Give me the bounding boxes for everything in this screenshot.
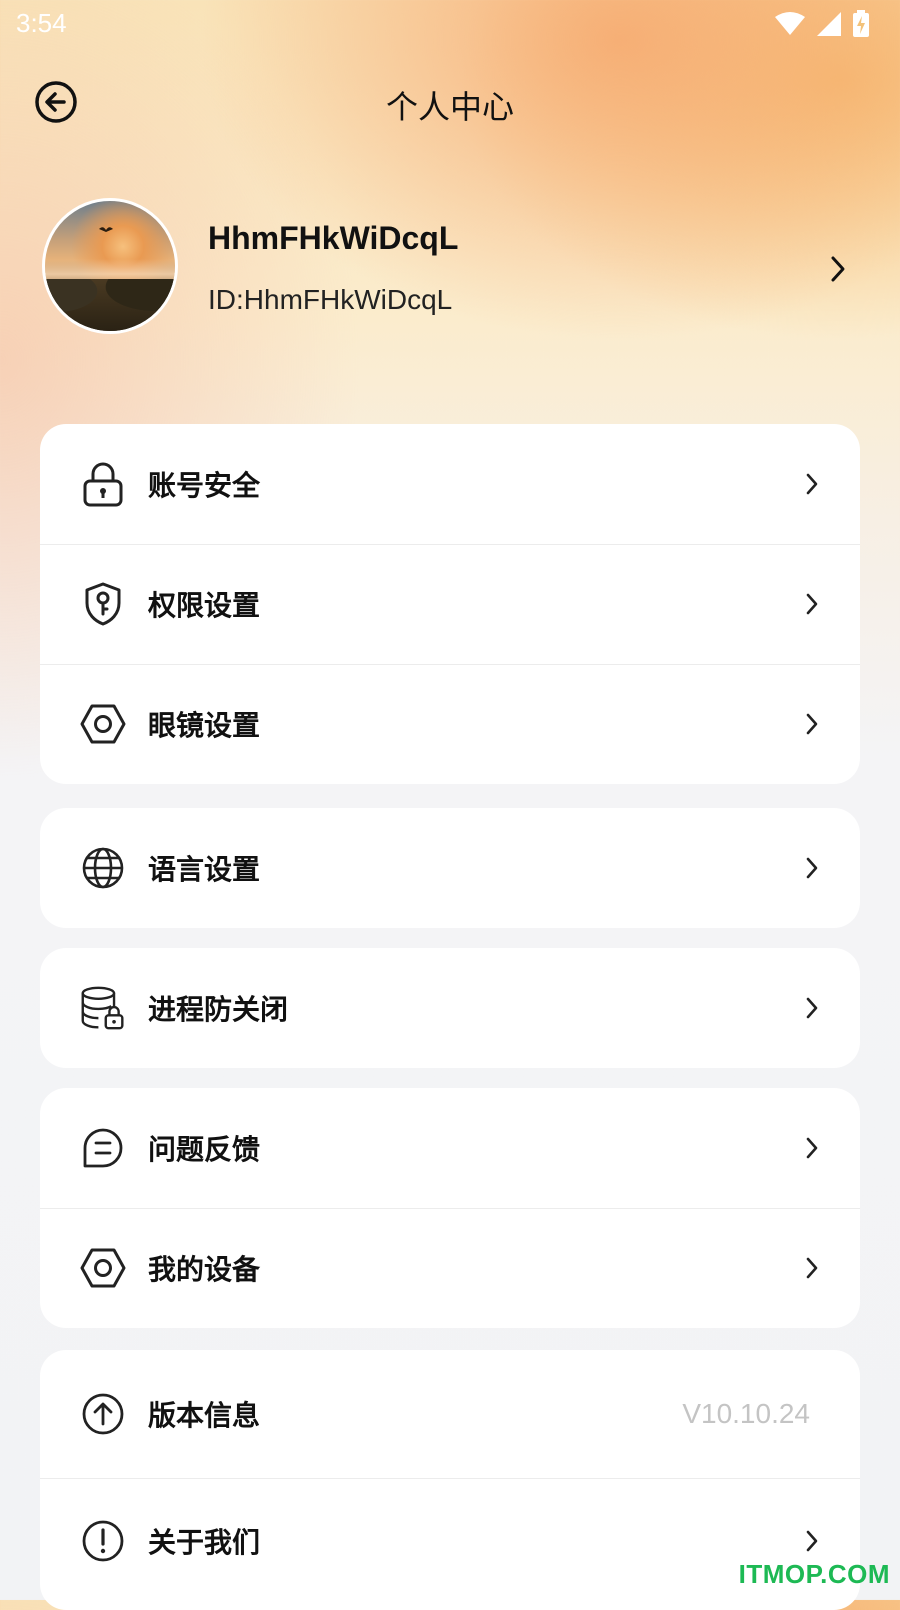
battery-charging-icon [852,10,870,42]
menu-item-language-settings[interactable]: 语言设置 [40,808,860,928]
menu-item-version-info[interactable]: 版本信息 V10.10.24 [40,1350,860,1478]
menu-item-feedback[interactable]: 问题反馈 [40,1088,860,1208]
menu-item-permission-settings[interactable]: 权限设置 [40,544,860,664]
profile-card[interactable]: HhmFHkWiDcqL ID:HhmFHkWiDcqL [0,198,900,340]
profile-name: HhmFHkWiDcqL [208,220,459,256]
watermark: ITMOP.COM [738,1559,890,1589]
settings-group-5: 版本信息 V10.10.24 关于我们 [40,1350,860,1610]
menu-item-label: 进程防关闭 [148,993,289,1026]
status-icons [774,10,870,42]
menu-item-label: 版本信息 [148,1399,261,1432]
menu-item-label: 眼镜设置 [148,709,261,742]
chevron-right-icon [804,472,820,496]
wifi-icon [774,11,806,41]
profile-id: ID:HhmFHkWiDcqL [208,284,453,315]
page-title: 个人中心 [385,88,514,126]
chevron-right-icon [804,1256,820,1280]
info-exclamation-icon [80,1518,126,1564]
chevron-right-icon [804,996,820,1020]
upload-circle-icon [80,1391,126,1437]
database-lock-icon [80,985,126,1031]
settings-group-1: 账号安全 权限设置 眼镜设置 [40,424,860,784]
settings-group-2: 语言设置 [40,808,860,928]
chevron-right-icon [828,254,848,284]
settings-group-4: 问题反馈 我的设备 [40,1088,860,1328]
menu-item-label: 问题反馈 [148,1133,261,1166]
menu-item-process-keep-alive[interactable]: 进程防关闭 [40,948,860,1068]
bird-icon [99,227,113,232]
chevron-right-icon [804,712,820,736]
header: 个人中心 [0,70,900,138]
status-bar: 3:54 [0,0,900,48]
chevron-right-icon [804,1136,820,1160]
avatar[interactable] [42,198,178,334]
menu-item-label: 语言设置 [148,853,261,886]
chevron-right-icon [804,856,820,880]
menu-item-about-us[interactable]: 关于我们 [40,1478,860,1604]
menu-item-my-devices[interactable]: 我的设备 [40,1208,860,1328]
menu-item-account-security[interactable]: 账号安全 [40,424,860,544]
chevron-right-icon [804,1529,820,1553]
signal-icon [816,11,842,41]
settings-group-3: 进程防关闭 [40,948,860,1068]
menu-item-label: 账号安全 [148,469,261,502]
status-time: 3:54 [16,8,67,38]
menu-item-label: 我的设备 [148,1253,261,1286]
feedback-bubble-icon [80,1125,126,1171]
menu-item-label: 权限设置 [148,589,261,622]
lock-icon [80,461,126,507]
hexagon-nut-icon [80,701,126,747]
shield-key-icon [80,581,126,627]
hexagon-nut-icon [80,1245,126,1291]
menu-item-label: 关于我们 [148,1526,261,1559]
menu-item-glasses-settings[interactable]: 眼镜设置 [40,664,860,784]
globe-icon [80,845,126,891]
version-value: V10.10.24 [682,1398,810,1429]
chevron-right-icon [804,592,820,616]
